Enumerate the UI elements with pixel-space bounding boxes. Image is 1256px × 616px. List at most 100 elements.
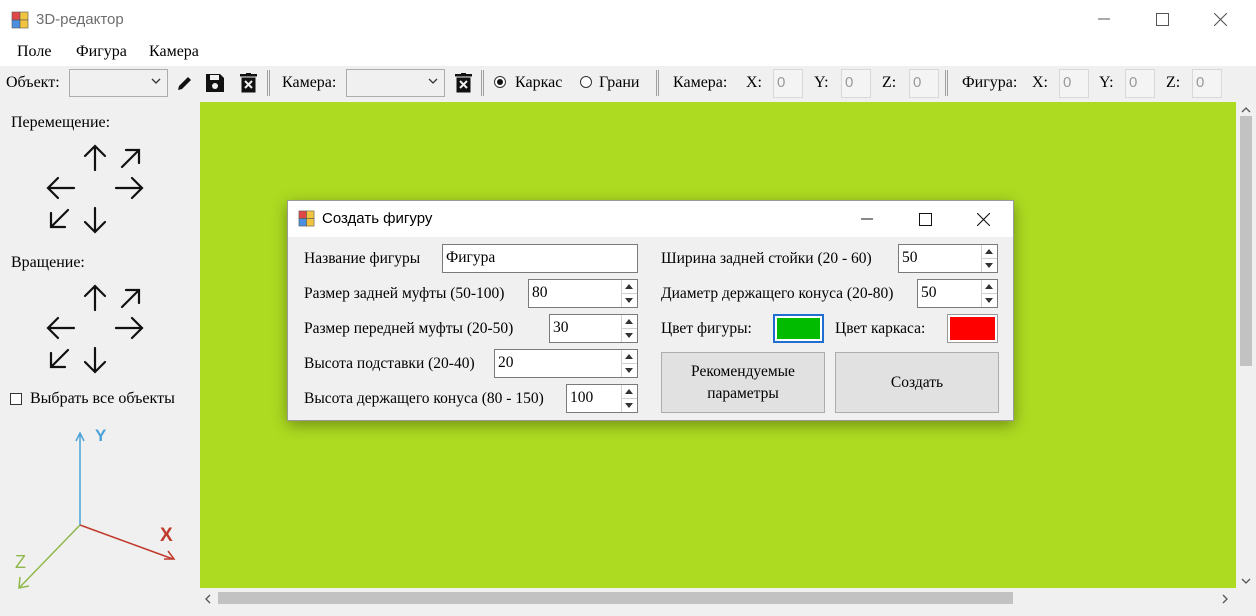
arrow-up-icon[interactable]	[83, 284, 107, 312]
figure-y-label: Y:	[1099, 74, 1114, 91]
arrow-down-icon[interactable]	[83, 346, 107, 374]
figure-color-fill	[777, 318, 820, 339]
stepper-buttons[interactable]	[621, 350, 637, 377]
arrow-down-left-icon[interactable]	[49, 348, 70, 369]
arrow-up-right-icon[interactable]	[120, 288, 141, 309]
close-icon	[976, 212, 990, 226]
axis-x-label: X	[160, 525, 173, 546]
front-coupling-stepper[interactable]: 30	[549, 314, 638, 343]
stepper-buttons[interactable]	[621, 280, 637, 307]
figure-color-swatch[interactable]	[773, 314, 824, 343]
figure-x-field[interactable]: 0	[1059, 69, 1089, 98]
menu-field[interactable]: Поле	[17, 43, 51, 61]
scroll-left-icon[interactable]	[204, 594, 211, 604]
figure-y-field[interactable]: 0	[1125, 69, 1155, 98]
stepper-buttons[interactable]	[981, 280, 997, 307]
dialog-minimize-button[interactable]	[838, 201, 896, 237]
rear-coupling-stepper[interactable]: 80	[528, 279, 638, 308]
arrow-left-icon[interactable]	[46, 316, 76, 340]
rotate-label: Вращение:	[11, 254, 85, 271]
front-coupling-label: Размер передней муфты (20-50)	[304, 320, 514, 337]
toolbar-separator	[267, 70, 270, 96]
figure-coords-label: Фигура:	[962, 74, 1018, 91]
dialog-maximize-button[interactable]	[896, 201, 954, 237]
stepper-buttons[interactable]	[981, 245, 997, 272]
arrow-up-icon[interactable]	[83, 144, 107, 172]
rear-coupling-label: Размер задней муфты (50-100)	[304, 285, 505, 302]
minimize-icon	[861, 218, 873, 220]
arrow-right-icon[interactable]	[114, 176, 144, 200]
toolbar-separator	[481, 70, 484, 96]
horizontal-scrollbar-thumb[interactable]	[218, 592, 1013, 604]
scroll-down-icon[interactable]	[1241, 578, 1251, 585]
object-label: Объект:	[6, 74, 60, 91]
move-arrows	[46, 144, 144, 234]
window-title: 3D-редактор	[36, 11, 124, 28]
camera-label: Камера:	[282, 74, 337, 91]
stepper-buttons[interactable]	[621, 315, 637, 342]
menu-figure[interactable]: Фигура	[76, 43, 127, 61]
rear-post-width-value: 50	[902, 249, 918, 266]
delete-icon[interactable]	[240, 73, 257, 93]
figure-name-label: Название фигуры	[304, 250, 421, 267]
figure-name-input[interactable]: Фигура	[442, 244, 638, 273]
dialog-close-button[interactable]	[954, 201, 1012, 237]
toolbar-separator	[945, 70, 948, 96]
rear-post-width-stepper[interactable]: 50	[898, 244, 998, 273]
move-label: Перемещение:	[11, 114, 111, 131]
figure-z-field[interactable]: 0	[1192, 69, 1222, 98]
create-button[interactable]: Создать	[835, 352, 999, 413]
arrow-up-right-icon[interactable]	[120, 148, 141, 169]
menu-camera[interactable]: Камера	[149, 43, 199, 61]
maximize-button[interactable]	[1133, 0, 1191, 38]
rear-coupling-value: 80	[532, 284, 548, 301]
cone-diameter-stepper[interactable]: 50	[917, 279, 998, 308]
wireframe-color-swatch[interactable]	[947, 314, 998, 343]
cone-height-label: Высота держащего конуса (80 - 150)	[304, 390, 544, 407]
toolbar-separator	[656, 70, 659, 96]
faces-label: Грани	[599, 74, 640, 91]
scroll-up-icon[interactable]	[1241, 106, 1251, 113]
stand-height-stepper[interactable]: 20	[494, 349, 638, 378]
figure-z-label: Z:	[1166, 74, 1181, 91]
faces-radio[interactable]	[580, 76, 592, 88]
object-select[interactable]	[69, 69, 168, 97]
minimize-button[interactable]	[1075, 0, 1133, 38]
front-coupling-value: 30	[553, 319, 569, 336]
maximize-icon	[1155, 12, 1169, 26]
cone-diameter-label: Диаметр держащего конуса (20-80)	[661, 285, 894, 302]
cone-height-value: 100	[570, 389, 594, 406]
save-icon[interactable]	[205, 73, 225, 93]
select-all-label: Выбрать все объекты	[30, 390, 175, 407]
camera-z-label: Z:	[882, 74, 897, 91]
wireframe-label: Каркас	[515, 74, 563, 91]
delete-camera-icon[interactable]	[455, 73, 472, 93]
title-bar	[0, 0, 1256, 38]
close-icon	[1213, 12, 1227, 26]
vertical-scrollbar-thumb[interactable]	[1240, 116, 1252, 366]
wireframe-radio[interactable]	[494, 76, 506, 88]
close-button[interactable]	[1191, 0, 1249, 38]
recommended-params-button[interactable]: Рекомендуемые параметры	[661, 352, 825, 413]
arrow-left-icon[interactable]	[46, 176, 76, 200]
camera-select[interactable]	[346, 69, 445, 97]
camera-z-field[interactable]: 0	[909, 69, 939, 98]
stand-height-label: Высота подставки (20-40)	[304, 355, 475, 372]
stand-height-value: 20	[498, 354, 514, 371]
arrow-down-icon[interactable]	[83, 206, 107, 234]
minimize-icon	[1098, 18, 1110, 20]
pencil-icon[interactable]	[176, 74, 194, 92]
scroll-right-icon[interactable]	[1222, 594, 1229, 604]
arrow-down-left-icon[interactable]	[49, 208, 70, 229]
axis-y-label: Y	[95, 426, 107, 445]
select-all-checkbox[interactable]	[10, 393, 22, 405]
arrow-right-icon[interactable]	[114, 316, 144, 340]
app-icon	[11, 11, 29, 29]
wireframe-color-fill	[950, 317, 995, 340]
cone-height-stepper[interactable]: 100	[566, 384, 638, 413]
camera-x-label: X:	[746, 74, 762, 91]
camera-x-field[interactable]: 0	[773, 69, 803, 98]
figure-x-label: X:	[1032, 74, 1048, 91]
camera-y-field[interactable]: 0	[841, 69, 871, 98]
stepper-buttons[interactable]	[621, 385, 637, 412]
